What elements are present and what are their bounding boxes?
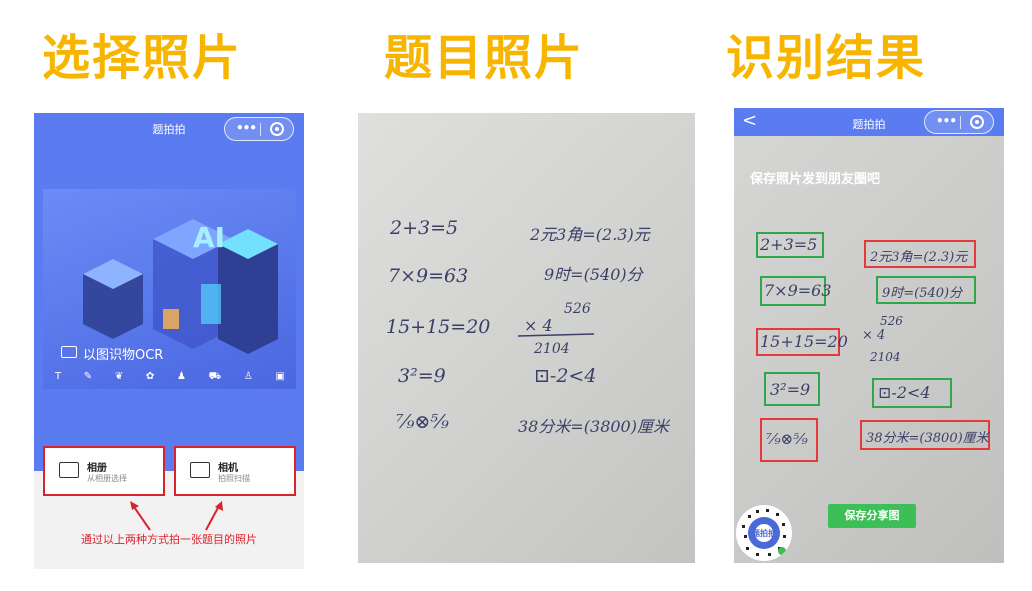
handwriting-line: 526 <box>564 301 591 317</box>
handwriting-line: ⊡-2<4 <box>878 383 931 402</box>
phone-select-photo: 题拍拍 ••• AI 以图识物OCR T ✎ ❦ ✿ ♟ ⛟ ♙ ▣ 相册 从相… <box>34 113 304 569</box>
handwriting-line: 9时=(540)分 <box>882 286 963 301</box>
camera-subtitle: 拍照扫描 <box>218 474 250 483</box>
camera-title: 相机 <box>218 463 238 474</box>
heading-select-photo: 选择照片 <box>42 30 243 86</box>
handwriting-line: 7×9=63 <box>764 281 832 300</box>
capsule-divider <box>960 116 961 129</box>
handwriting-line: 9时=(540)分 <box>544 265 643 284</box>
handwriting-line: 38分米=(3800)厘米 <box>518 417 669 436</box>
more-icon[interactable]: ••• <box>236 121 257 135</box>
mini-program-capsule[interactable]: ••• <box>224 117 294 141</box>
save-share-button[interactable]: 保存分享图 <box>828 504 916 528</box>
handwriting-line: ⁷⁄₉⊗⁵⁄₉ <box>396 411 449 433</box>
handwriting-line: × 4 <box>862 328 886 343</box>
handwriting-line: 2104 <box>870 350 901 364</box>
mini-program-code[interactable]: 题拍拍 <box>736 505 792 561</box>
category-icon-row: T ✎ ❦ ✿ ♟ ⛟ ♙ ▣ <box>55 371 285 384</box>
leaf-icon[interactable]: ❦ <box>115 371 123 384</box>
handwriting-line: 2元3角=(2.3)元 <box>870 250 968 265</box>
handwriting-line: ⁷⁄₉⊗⁵⁄₉ <box>766 430 808 448</box>
handwriting-line: 15+15=20 <box>386 316 491 338</box>
capsule-divider <box>260 123 261 136</box>
question-photo: 2+3=5 2元3角=(2.3)元 7×9=63 9时=(540)分 15+15… <box>358 113 695 563</box>
result-box-correct: 3²=9 <box>764 372 820 406</box>
result-box-correct: ⊡-2<4 <box>872 378 952 408</box>
close-icon[interactable] <box>270 122 284 136</box>
camera-icon <box>61 346 77 358</box>
camera-icon <box>190 462 210 478</box>
heading-recognition-result: 识别结果 <box>726 30 927 86</box>
save-tip: 保存照片发到朋友圈吧 <box>750 172 881 187</box>
handwriting-line: 2+3=5 <box>760 235 818 254</box>
flower-icon[interactable]: ✿ <box>146 371 154 384</box>
handwriting-line: 7×9=63 <box>388 265 469 287</box>
album-button[interactable]: 相册 从相册选择 <box>43 446 165 496</box>
phone-recognition-result: < 题拍拍 ••• 保存照片发到朋友圈吧 2+3=5 2元3角=(2.3)元 7… <box>734 108 1004 563</box>
heading-question-photo: 题目照片 <box>384 30 585 86</box>
close-icon[interactable] <box>970 115 984 129</box>
handwriting-line: 2+3=5 <box>390 217 459 239</box>
handwriting-line: ⊡-2<4 <box>534 365 597 387</box>
ocr-label-text: 以图识物OCR <box>83 348 164 363</box>
album-subtitle: 从相册选择 <box>87 474 127 483</box>
handwriting-line: 526 <box>880 314 903 328</box>
result-box-wrong: 15+15=20 <box>756 328 848 356</box>
animal-icon[interactable]: ♟ <box>177 371 186 384</box>
instruction-text: 通过以上两种方式拍一张题目的照片 <box>81 533 257 546</box>
handwriting-line: 15+15=20 <box>760 332 848 351</box>
qr-label: 题拍拍 <box>752 529 776 538</box>
handwriting-line: 38分米=(3800)厘米 <box>866 431 989 446</box>
handwriting-line: 2元3角=(2.3)元 <box>530 225 650 244</box>
handwriting-line: 3²=9 <box>398 365 446 387</box>
result-box-correct: 9时=(540)分 <box>876 276 976 304</box>
mini-program-capsule[interactable]: ••• <box>924 110 994 134</box>
text-icon[interactable]: T <box>55 371 61 384</box>
result-box-wrong: ⁷⁄₉⊗⁵⁄₉ <box>760 418 818 462</box>
result-box-correct: 7×9=63 <box>760 276 832 306</box>
product-icon[interactable]: ▣ <box>276 371 285 384</box>
more-icon[interactable]: ••• <box>936 114 957 128</box>
camera-button[interactable]: 相机 拍照扫描 <box>174 446 296 496</box>
handwriting-line: 3²=9 <box>770 380 811 399</box>
image-icon <box>59 462 79 478</box>
result-box-wrong: 2元3角=(2.3)元 <box>864 240 976 268</box>
ai-banner: AI 以图识物OCR T ✎ ❦ ✿ ♟ ⛟ ♙ ▣ <box>43 189 296 389</box>
handwriting-line: 2104 <box>534 341 570 357</box>
result-box-wrong: 38分米=(3800)厘米 <box>860 420 990 450</box>
result-box-correct: 2+3=5 <box>756 232 824 258</box>
car-icon[interactable]: ⛟ <box>209 371 222 384</box>
division-line <box>518 333 595 337</box>
plant-icon[interactable]: ✎ <box>84 371 92 384</box>
ocr-label: 以图识物OCR <box>61 344 163 363</box>
svg-text:AI: AI <box>193 221 225 254</box>
album-title: 相册 <box>87 463 107 474</box>
landmark-icon[interactable]: ♙ <box>244 371 253 384</box>
